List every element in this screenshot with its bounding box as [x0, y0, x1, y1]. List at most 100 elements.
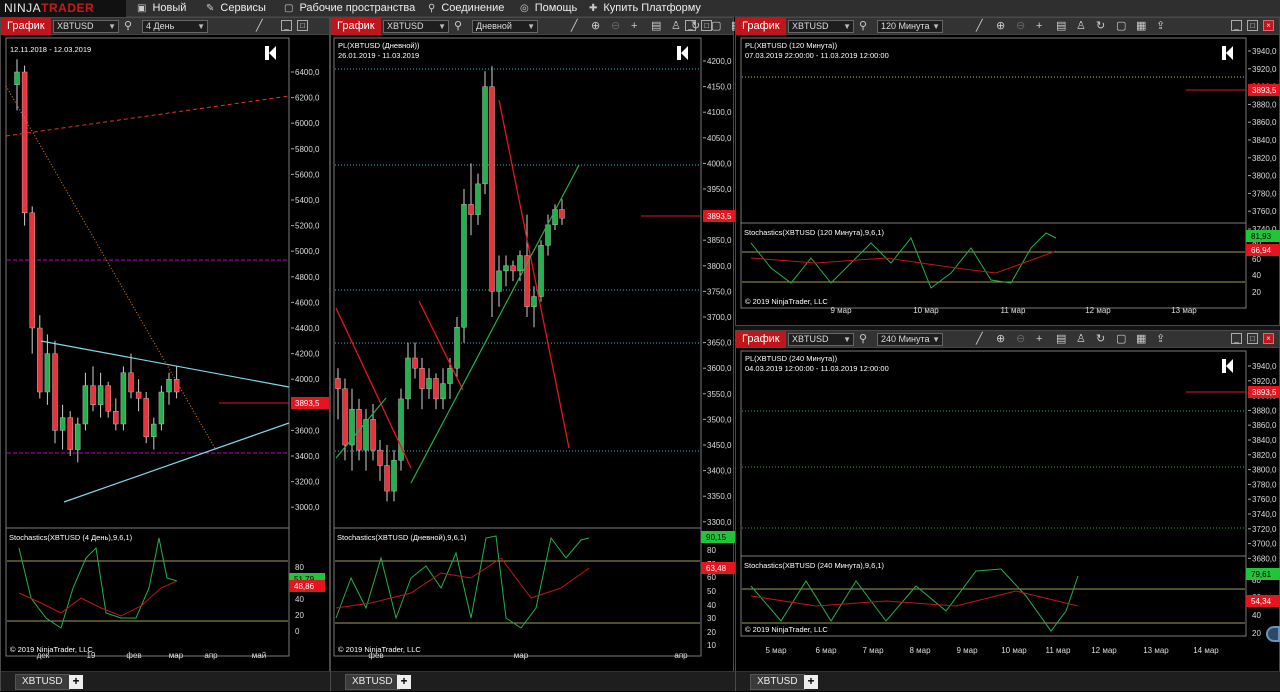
chart-canvas[interactable]: 3940,03920,03900,03880,03860,03840,03820…: [736, 331, 1280, 692]
candle-body: [75, 423, 81, 450]
candle-body: [384, 465, 390, 492]
help-icon: ◎: [520, 3, 529, 14]
price-axis-tick: 4050,0: [707, 134, 732, 143]
price-axis-tick: 3850,0: [707, 236, 732, 245]
chart-canvas[interactable]: 3940,03920,03900,03880,03860,03840,03820…: [736, 18, 1280, 327]
tab-xbtusd[interactable]: XBTUSD: [345, 674, 400, 690]
candle-body: [496, 270, 502, 292]
chart-canvas[interactable]: 4200,04150,04100,04050,04000,03950,03900…: [331, 18, 735, 692]
candle-body: [538, 245, 544, 297]
stoch-value: 54,34: [1251, 597, 1272, 606]
price-axis-tick: 3450,0: [707, 441, 732, 450]
date-range-label: 04.03.2019 12:00:00 - 11.03.2019 12:00:0…: [745, 364, 889, 373]
price-axis-tick: 3680,0: [1252, 554, 1277, 563]
price-axis-tick: 3840,0: [1252, 436, 1277, 445]
add-tab-button[interactable]: +: [397, 675, 411, 689]
price-axis-tick: 3500,0: [707, 415, 732, 424]
time-axis-label: 10 мар: [913, 306, 939, 315]
time-axis-label: фев: [368, 651, 383, 660]
time-axis-label: мар: [169, 651, 184, 660]
stoch-axis-tick: 40: [707, 601, 716, 610]
stoch-axis-tick: 10: [707, 641, 716, 650]
time-axis-label: 11 мар: [1001, 306, 1026, 315]
stoch-axis-tick: 20: [295, 611, 304, 620]
candle-body: [447, 368, 453, 384]
tab-xbtusd[interactable]: XBTUSD: [15, 674, 70, 690]
price-axis-tick: 3820,0: [1252, 154, 1277, 163]
candle-body: [489, 86, 495, 292]
menu-new[interactable]: ▣ Новый: [137, 0, 186, 17]
candle-body: [405, 357, 411, 400]
price-axis-tick: 5600,0: [295, 170, 320, 179]
ninjatrader-logo[interactable]: NINJATRADER: [0, 0, 126, 17]
candle-body: [552, 209, 558, 226]
menu-help[interactable]: ◎ Помощь: [520, 0, 577, 17]
price-axis-tick: 3750,0: [707, 287, 732, 296]
add-tab-button[interactable]: +: [804, 675, 818, 689]
candle-body: [559, 209, 565, 219]
time-axis-label: апр: [674, 651, 688, 660]
price-axis-tick: 6400,0: [295, 68, 320, 77]
triangle-upper-line[interactable]: [40, 340, 290, 388]
candle-body: [419, 368, 425, 389]
candle-body: [67, 417, 73, 450]
time-axis-label: 8 мар: [909, 646, 931, 655]
price-axis-tick: 4150,0: [707, 83, 732, 92]
price-axis-tick: 3550,0: [707, 390, 732, 399]
candle-body: [21, 71, 28, 214]
price-axis-tick: 3920,0: [1252, 377, 1277, 386]
new-icon: ▣: [137, 3, 147, 14]
triangle-lower-line[interactable]: [63, 422, 290, 503]
green-trend-line[interactable]: [410, 164, 580, 484]
price-axis-tick: 3700,0: [707, 313, 732, 322]
price-axis-tick: 3720,0: [1252, 525, 1277, 534]
tab-xbtusd[interactable]: XBTUSD: [750, 674, 805, 690]
stoch-axis-tick: 60: [1252, 255, 1261, 264]
price-axis-tick: 4200,0: [295, 350, 320, 359]
menu-buy-platform[interactable]: ✚ Купить Платформу: [589, 0, 701, 17]
connect-icon: ⚲: [428, 3, 436, 14]
stoch-value: 81,93: [1251, 232, 1272, 241]
candle-body: [517, 255, 523, 272]
stoch-axis-tick: 80: [707, 546, 716, 555]
stoch-axis-tick: 80: [295, 563, 304, 572]
red-trend-line[interactable]: [498, 99, 570, 449]
candle-body: [503, 265, 509, 272]
candle-body: [82, 385, 89, 425]
stoch-axis-tick: 20: [707, 628, 716, 637]
price-axis-tick: 4200,0: [707, 57, 732, 66]
stoch-value: 48,86: [294, 582, 315, 591]
candle-body: [143, 398, 149, 437]
side-panel-handle[interactable]: [1266, 626, 1280, 642]
chart-canvas[interactable]: 6400,0 6200,0 6000,0 5800,0 5600,0 5400,0 5200…: [1, 18, 331, 692]
date-range-label: 07.03.2019 22:00:00 - 11.03.2019 12:00:0…: [745, 51, 889, 60]
candle-body: [475, 183, 481, 215]
menu-workspaces[interactable]: ▢ Рабочие пространства: [284, 0, 415, 17]
candle-body: [29, 212, 35, 329]
candle-body: [105, 385, 111, 412]
time-axis-label: 19: [87, 651, 96, 660]
price-panel: [740, 37, 1247, 224]
menu-connection[interactable]: ⚲ Соединение: [428, 0, 504, 17]
candle-body: [391, 460, 397, 492]
last-price-value: 3893,5: [707, 212, 732, 221]
price-axis-tick: 6000,0: [295, 119, 320, 128]
red-dashed-trend-line[interactable]: [5, 95, 290, 137]
chart-name-label: PL(XBTUSD (Дневной)): [338, 41, 420, 50]
candle-body: [166, 379, 172, 393]
ninjatrader-k-logo: [265, 46, 276, 60]
time-axis-label: мар: [514, 651, 529, 660]
time-axis-label: 12 мар: [1091, 646, 1117, 655]
price-axis-tick: 3880,0: [1252, 100, 1277, 109]
orange-dotted-trend-line[interactable]: [5, 85, 217, 451]
candle-body: [37, 327, 43, 393]
time-axis-label: 7 мар: [862, 646, 884, 655]
add-tab-button[interactable]: +: [69, 675, 83, 689]
stoch-title: Stochastics(XBTUSD (240 Минута),9,6,1): [744, 561, 885, 570]
candle-body: [426, 378, 432, 389]
time-axis-label: 10 мар: [1001, 646, 1027, 655]
candle-body: [90, 385, 96, 406]
price-axis-tick: 3760,0: [1252, 495, 1277, 504]
menu-tools[interactable]: ✎ Сервисы: [206, 0, 266, 17]
price-axis-tick: 3920,0: [1252, 65, 1277, 74]
